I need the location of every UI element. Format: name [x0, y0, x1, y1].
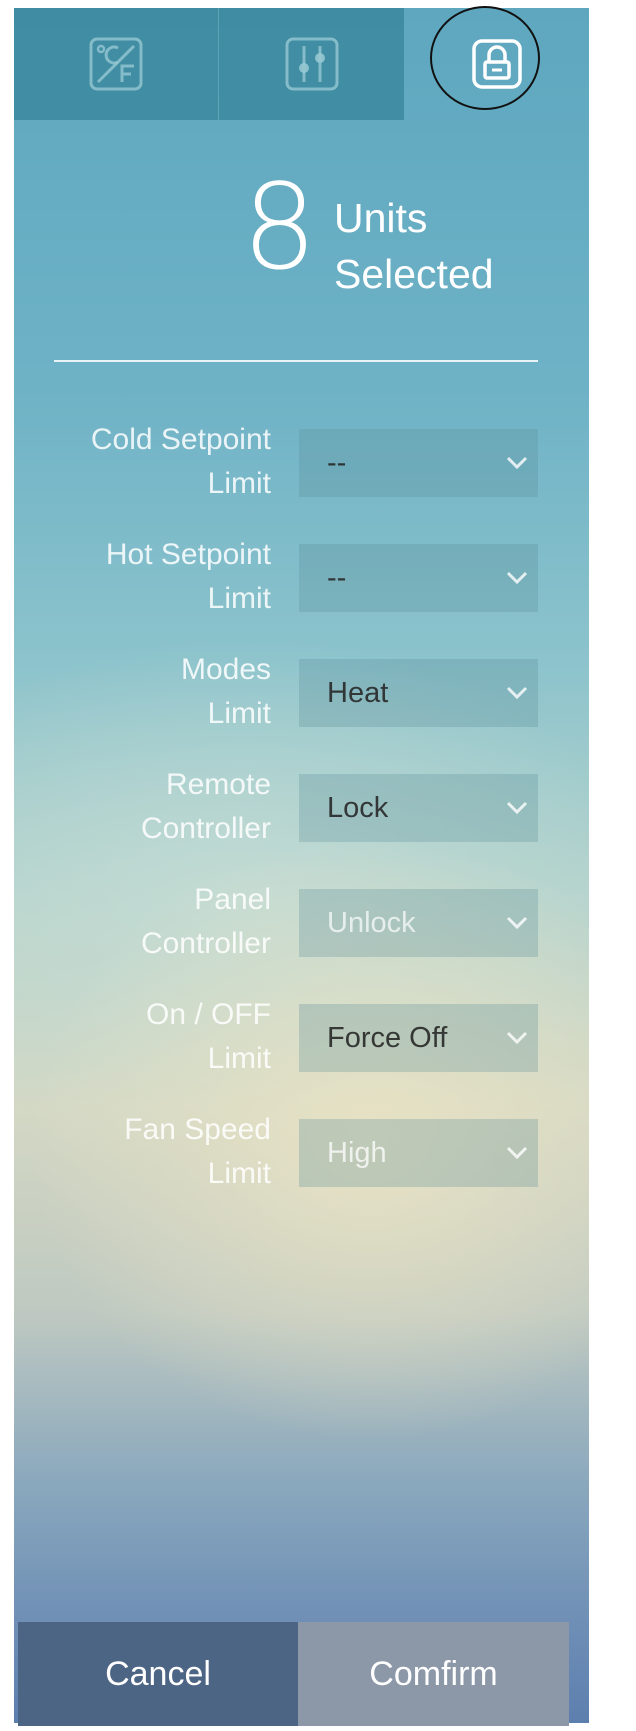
- label-line: Controller: [140, 812, 271, 845]
- chevron-down-icon: [496, 889, 538, 957]
- modes-limit-select[interactable]: Heat: [299, 659, 538, 727]
- chevron-down-icon: [496, 1004, 538, 1072]
- panel-controller-label: Panel Controller: [14, 878, 271, 966]
- label-line: On / OFF: [145, 998, 271, 1031]
- panel-controller-select[interactable]: Unlock: [299, 889, 538, 957]
- tab-temperature-unit[interactable]: [14, 8, 219, 120]
- modes-limit-label: Modes Limit: [14, 648, 271, 736]
- chevron-down-icon: [496, 429, 538, 497]
- tab-lock[interactable]: [404, 8, 589, 120]
- sliders-icon: [284, 36, 340, 92]
- label-line: Modes: [180, 653, 271, 686]
- label-line: Limit: [207, 1042, 271, 1075]
- selected-count: 8: [242, 158, 318, 296]
- tab-bar: [14, 8, 589, 120]
- chevron-down-icon: [496, 659, 538, 727]
- on-off-limit-select[interactable]: Force Off: [299, 1004, 538, 1072]
- celsius-fahrenheit-icon: [88, 36, 144, 92]
- label-line: Limit: [207, 697, 271, 730]
- lock-icon: [469, 36, 525, 92]
- label-line: Hot Setpoint: [105, 538, 271, 571]
- remote-controller-select[interactable]: Lock: [299, 774, 538, 842]
- select-value: Lock: [327, 791, 389, 824]
- hot-setpoint-label: Hot Setpoint Limit: [14, 533, 271, 621]
- label-line: Fan Speed: [124, 1113, 271, 1146]
- count-label-line2: Selected: [334, 251, 494, 297]
- label-line: Controller: [140, 927, 271, 960]
- fan-speed-limit-label: Fan Speed Limit: [14, 1108, 271, 1196]
- label-line: Remote: [165, 768, 271, 801]
- label-line: Cold Setpoint: [90, 423, 271, 456]
- select-value: --: [327, 446, 347, 479]
- select-value: Unlock: [327, 906, 416, 939]
- header-divider: [54, 360, 538, 362]
- label-line: Limit: [207, 467, 271, 500]
- count-label-line1: Units: [334, 195, 428, 241]
- hot-setpoint-select[interactable]: --: [299, 544, 538, 612]
- label-line: Panel: [194, 883, 271, 916]
- tab-settings[interactable]: [219, 8, 404, 120]
- select-value: Force Off: [327, 1021, 448, 1054]
- label-line: Limit: [207, 1157, 271, 1190]
- cancel-button[interactable]: Cancel: [18, 1622, 298, 1726]
- label-line: Limit: [207, 582, 271, 615]
- confirm-button[interactable]: Comfirm: [298, 1622, 569, 1726]
- chevron-down-icon: [496, 1119, 538, 1187]
- selected-count-label: Units Selected: [334, 190, 494, 302]
- select-value: High: [327, 1136, 387, 1169]
- select-value: --: [327, 561, 347, 594]
- fan-speed-limit-select[interactable]: High: [299, 1119, 538, 1187]
- cold-setpoint-label: Cold Setpoint Limit: [14, 418, 271, 506]
- cold-setpoint-select[interactable]: --: [299, 429, 538, 497]
- chevron-down-icon: [496, 774, 538, 842]
- select-value: Heat: [327, 676, 389, 709]
- limits-panel: 8 Units Selected Cold Setpoint Limit -- …: [14, 8, 589, 1723]
- chevron-down-icon: [496, 544, 538, 612]
- remote-controller-label: Remote Controller: [14, 763, 271, 851]
- on-off-limit-label: On / OFF Limit: [14, 993, 271, 1081]
- footer-actions: Cancel Comfirm: [18, 1622, 569, 1726]
